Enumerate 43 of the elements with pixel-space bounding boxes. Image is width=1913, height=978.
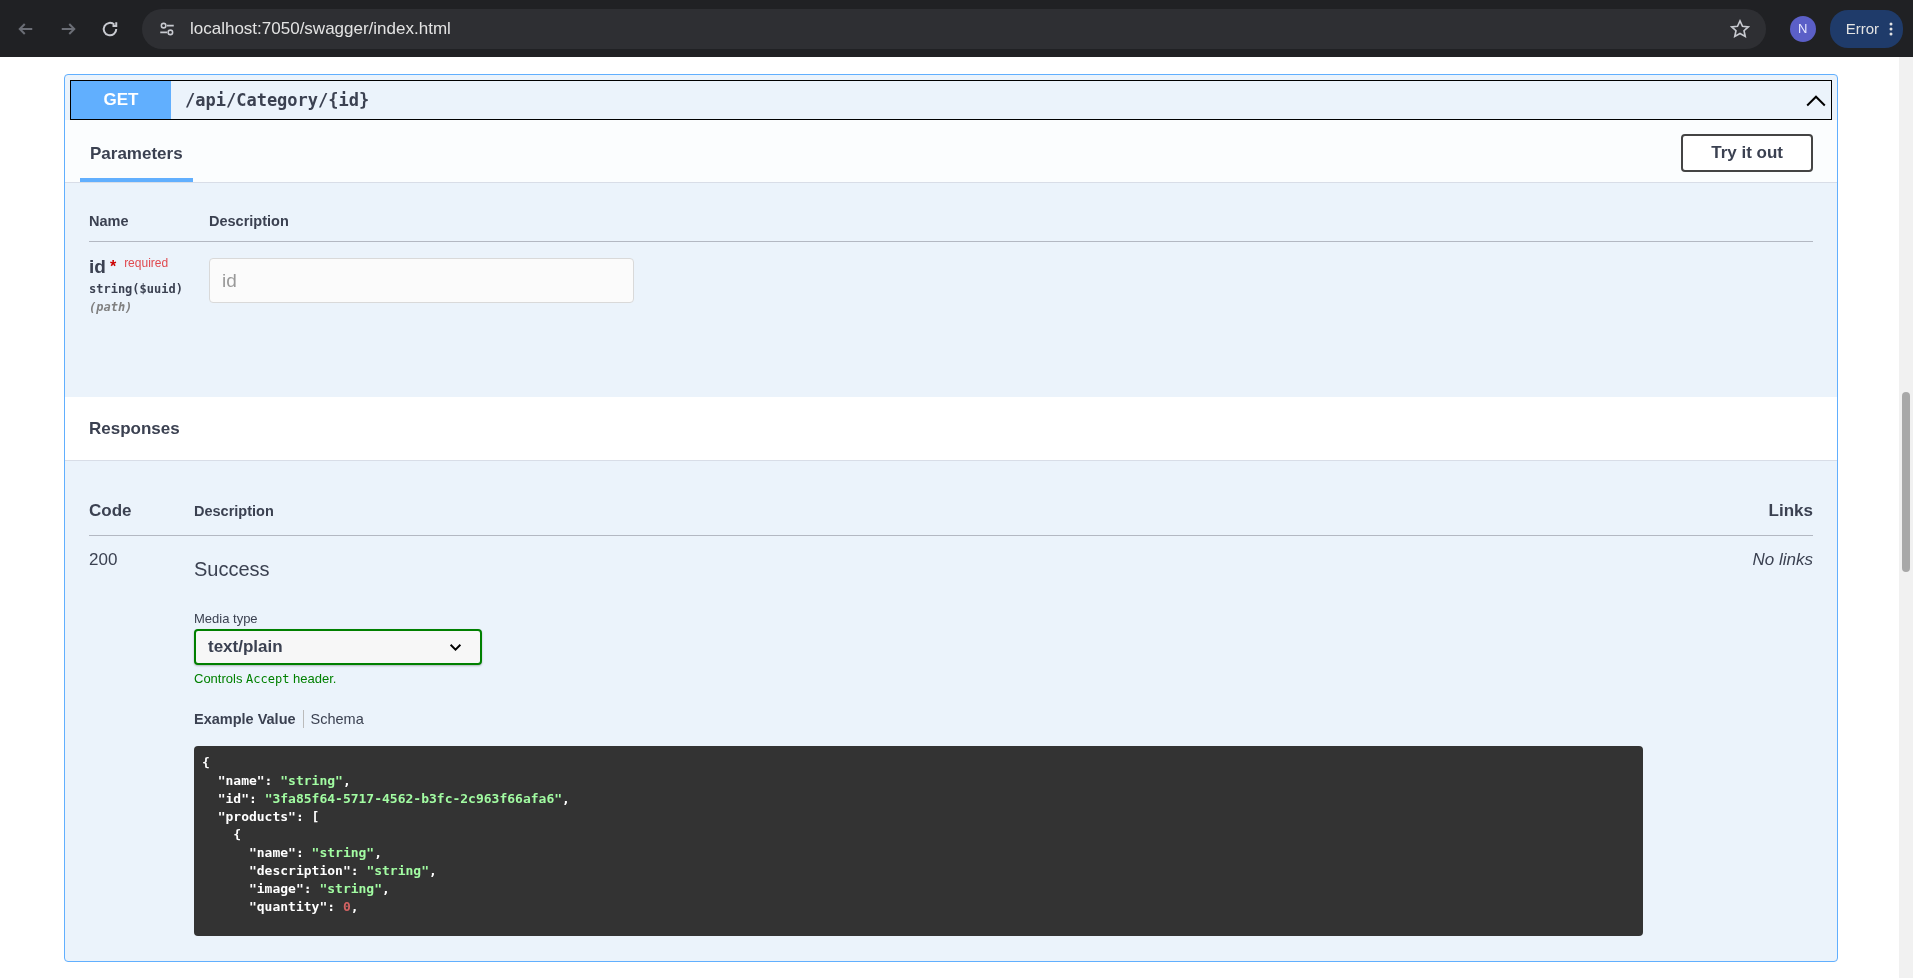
operation-summary[interactable]: GET /api/Category/{id} (70, 80, 1832, 120)
parameters-tab[interactable]: Parameters (80, 144, 193, 182)
id-input-field[interactable]: id (209, 258, 634, 303)
parameter-name: id (89, 256, 106, 278)
url-text: localhost:7050/swagger/index.html (190, 18, 452, 39)
column-header: Name (89, 213, 130, 229)
code-line: "name": "string", (216, 772, 352, 790)
method-badge: GET (71, 81, 171, 119)
column-header: Links (1767, 501, 1813, 521)
code-line: "image": "string", (247, 880, 391, 898)
code-line: "description": "string", (247, 862, 438, 880)
error-button[interactable]: Error (1829, 9, 1903, 48)
media-type-note: Controls Accept header. (194, 671, 337, 686)
endpoint-path: /api/Category/{id} (185, 90, 371, 110)
code-line: "quantity": 0, (247, 898, 360, 916)
address-bar[interactable]: localhost:7050/swagger/index.html (142, 8, 1766, 49)
media-type-label: Media type (194, 611, 258, 626)
column-header: Code (89, 501, 133, 521)
column-header: Description (209, 213, 289, 229)
profile-avatar[interactable]: N (1789, 15, 1816, 42)
media-type-select[interactable]: text/plain (194, 629, 482, 665)
code-line: "id": "3fa85f64-5717-4562-b3fc-2c963f66afa6", (216, 790, 571, 808)
response-description: Success (194, 558, 270, 581)
required-mark: * (109, 258, 117, 276)
required-label: required (124, 256, 169, 270)
parameter-location: (path) (89, 300, 134, 314)
code-line: "products": [ (216, 808, 321, 826)
menu-icon[interactable] (1889, 20, 1893, 37)
try-it-out-button[interactable]: Try it out (1681, 134, 1813, 172)
code-line: { (202, 754, 211, 772)
column-header: Description (194, 503, 275, 519)
example-tab[interactable]: Schema (310, 711, 364, 727)
responses-title: Responses (89, 418, 180, 439)
example-tab[interactable]: Example Value (194, 711, 296, 727)
parameter-type: string($uuid) (89, 282, 184, 296)
star-icon[interactable] (1729, 18, 1750, 39)
code-line: { (232, 826, 243, 844)
code-line: "name": "string", (247, 844, 384, 862)
chevron-icon[interactable] (1805, 93, 1827, 107)
scrollbar[interactable] (1899, 57, 1913, 978)
response-code: 200 (89, 550, 119, 570)
caret-icon (449, 642, 462, 652)
links-text: No links (1751, 550, 1813, 570)
